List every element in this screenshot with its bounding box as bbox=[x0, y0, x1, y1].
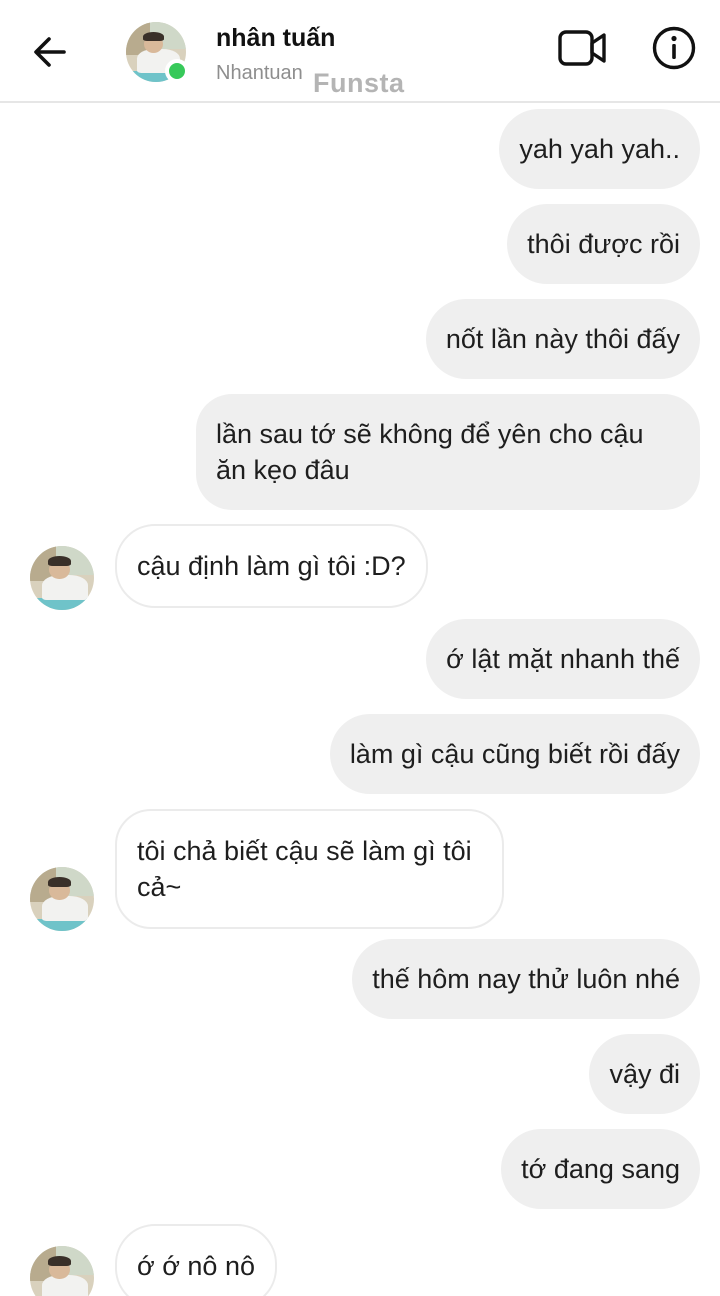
contact-avatar[interactable] bbox=[126, 22, 189, 83]
avatar-photo bbox=[30, 867, 94, 931]
online-status-indicator bbox=[165, 59, 189, 83]
back-button[interactable] bbox=[28, 30, 72, 74]
info-button[interactable] bbox=[650, 24, 698, 72]
sent-message[interactable]: nốt lần này thôi đấy bbox=[425, 299, 700, 379]
sent-message[interactable]: tớ đang sang bbox=[501, 1129, 700, 1209]
received-message[interactable]: ớ ớ nô nô bbox=[115, 1224, 277, 1296]
sent-message[interactable]: thế hôm nay thử luôn nhé bbox=[352, 939, 700, 1019]
arrow-left-icon bbox=[34, 37, 66, 67]
sent-message[interactable]: vậy đi bbox=[589, 1034, 700, 1114]
sent-message[interactable]: thôi được rồi bbox=[507, 204, 700, 284]
contact-name[interactable]: nhân tuấn bbox=[216, 24, 335, 53]
received-message[interactable]: tôi chả biết cậu sẽ làm gì tôi cả~ bbox=[115, 809, 504, 929]
avatar-photo bbox=[30, 1246, 94, 1296]
message-thread[interactable]: yah yah yah.. thôi được rồi nốt lần này … bbox=[0, 103, 720, 1296]
sent-message[interactable]: yah yah yah.. bbox=[499, 109, 700, 189]
contact-username: Nhantuan bbox=[216, 62, 303, 84]
info-icon bbox=[652, 26, 696, 70]
sent-message[interactable]: ớ lật mặt nhanh thế bbox=[426, 619, 700, 699]
sent-message[interactable]: làm gì cậu cũng biết rồi đấy bbox=[329, 714, 700, 794]
video-camera-icon bbox=[558, 30, 606, 66]
chat-screen: nhân tuấn Nhantuan Funsta yah yah yah.. … bbox=[0, 0, 720, 1296]
sent-message[interactable]: lần sau tớ sẽ không để yên cho cậu ăn kẹ… bbox=[196, 394, 700, 510]
sender-avatar[interactable] bbox=[30, 1246, 94, 1296]
sender-avatar[interactable] bbox=[30, 546, 94, 610]
received-message[interactable]: cậu định làm gì tôi :D? bbox=[115, 524, 428, 608]
video-call-button[interactable] bbox=[556, 26, 610, 70]
watermark: Funsta bbox=[313, 68, 405, 98]
avatar-photo bbox=[30, 546, 94, 610]
chat-header: nhân tuấn Nhantuan Funsta bbox=[0, 0, 720, 103]
sender-avatar[interactable] bbox=[30, 867, 94, 931]
